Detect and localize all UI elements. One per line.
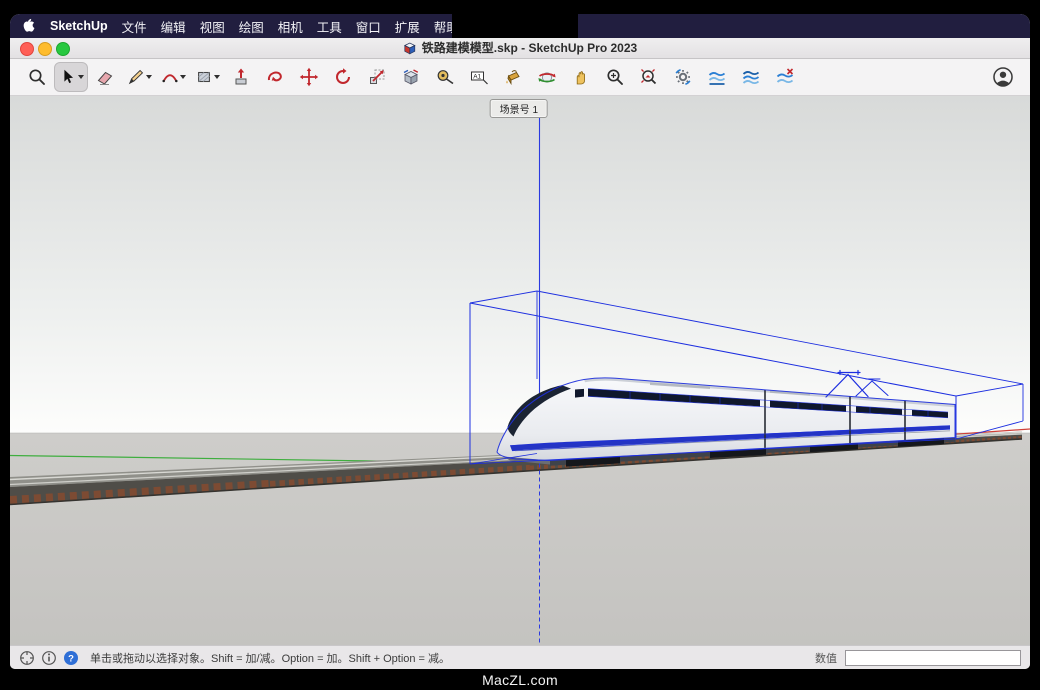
tape-measure-icon [435,67,455,87]
dimension-text-tool-button[interactable]: A1 [462,62,496,92]
help-icon[interactable]: ? [63,650,79,666]
minimize-window-button[interactable] [38,42,52,56]
orbit-icon [537,67,557,87]
select-arrow-icon [59,67,77,87]
wave-delete-icon [775,67,795,87]
tape-measure-tool-button[interactable] [428,62,462,92]
window-titlebar: 铁路建模模型.skp - SketchUp Pro 2023 [10,38,1030,59]
redaction-overlay [452,14,578,38]
close-window-button[interactable] [20,42,34,56]
eraser-icon [95,67,115,87]
menu-app-name[interactable]: SketchUp [50,19,108,33]
modeling-canvas[interactable] [10,96,1030,645]
follow-me-icon [265,67,285,87]
scene-tab[interactable]: 场景号 1 [490,99,548,118]
paint-bucket-icon [503,67,523,87]
rectangle-shape-icon [195,67,213,87]
eraser-tool-button[interactable] [88,62,122,92]
measurement-input[interactable] [845,650,1021,666]
menu-draw[interactable]: 绘图 [239,17,264,36]
menu-extensions[interactable]: 扩展 [395,17,420,36]
menu-tools[interactable]: 工具 [317,17,342,36]
pencil-icon [127,67,145,87]
wave-layers-icon [741,67,761,87]
account-button[interactable] [986,62,1020,92]
chevron-down-icon [78,75,84,79]
shapes-tool-button[interactable] [190,62,224,92]
zoom-extents-tool-button[interactable] [632,62,666,92]
pan-tool-button[interactable] [564,62,598,92]
menu-bar: SketchUp 文件 编辑 视图 绘图 相机 工具 窗口 扩展 帮助 [10,14,1030,38]
arc-tool-button[interactable] [156,62,190,92]
geolocation-icon[interactable] [19,650,35,666]
svg-text:A1: A1 [473,73,481,80]
offset-tool-button[interactable] [394,62,428,92]
paint-bucket-tool-button[interactable] [496,62,530,92]
gear-sync-icon [673,67,693,87]
apple-icon [22,17,36,33]
menu-camera[interactable]: 相机 [278,17,303,36]
modeling-viewport[interactable]: 场景号 1 [10,96,1030,645]
info-icon[interactable] [41,650,57,666]
menu-view[interactable]: 视图 [200,17,225,36]
scale-icon [367,67,387,87]
wave-flatten-icon [707,67,727,87]
select-tool-button[interactable] [54,62,88,92]
sketchup-logo-icon [403,41,417,56]
box-offset-icon [401,67,421,87]
text-label-icon: A1 [469,67,489,87]
measurement-label: 数值 [815,650,837,666]
chevron-down-icon [146,75,152,79]
watermark-text: MacZL.com [0,669,1040,690]
extension-layers-button[interactable] [734,62,768,92]
mac-screen: SketchUp 文件 编辑 视图 绘图 相机 工具 窗口 扩展 帮助 铁路建模… [10,14,1030,669]
extension-gear-button[interactable] [666,62,700,92]
arc-icon [161,67,179,87]
move-icon [299,67,319,87]
extension-wave-button[interactable] [768,62,802,92]
orbit-tool-button[interactable] [530,62,564,92]
search-icon [27,67,47,87]
zoom-tool-button[interactable] [598,62,632,92]
scale-tool-button[interactable] [360,62,394,92]
search-tool-button[interactable] [20,62,54,92]
menu-window[interactable]: 窗口 [356,17,381,36]
zoom-icon [605,67,625,87]
zoom-extents-icon [639,67,659,87]
follow-me-tool-button[interactable] [258,62,292,92]
status-bar: ? 单击或拖动以选择对象。Shift = 加/减。Option = 加。Shif… [10,645,1030,669]
menu-edit[interactable]: 编辑 [161,17,186,36]
push-pull-icon [231,67,251,87]
fullscreen-window-button[interactable] [56,42,70,56]
sky [10,96,1030,433]
extension-flatten-button[interactable] [700,62,734,92]
account-avatar-icon [992,66,1014,88]
rotate-tool-button[interactable] [326,62,360,92]
svg-text:?: ? [68,653,74,664]
rotate-icon [333,67,353,87]
pan-hand-icon [571,67,591,87]
line-tool-button[interactable] [122,62,156,92]
chevron-down-icon [214,75,220,79]
toolbar: A1 [10,59,1030,96]
window-title: 铁路建模模型.skp - SketchUp Pro 2023 [422,38,637,58]
chevron-down-icon [180,75,186,79]
menu-file[interactable]: 文件 [122,17,147,36]
move-tool-button[interactable] [292,62,326,92]
apple-menu[interactable] [22,17,36,36]
status-hint-text: 单击或拖动以选择对象。Shift = 加/减。Option = 加。Shift … [90,650,450,666]
push-pull-tool-button[interactable] [224,62,258,92]
